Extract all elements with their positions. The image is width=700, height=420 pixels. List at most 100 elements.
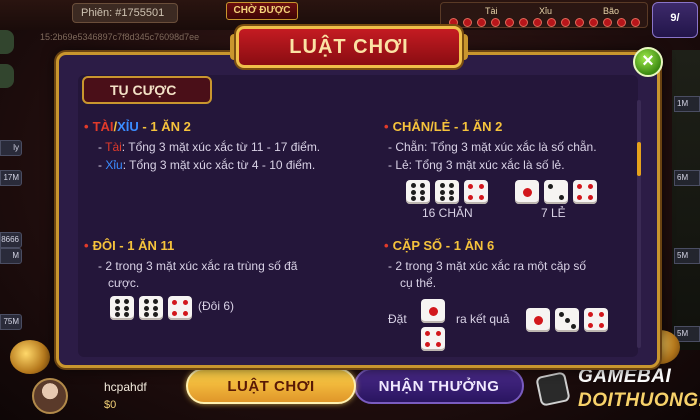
die-pip	[124, 298, 130, 304]
die-pip	[172, 300, 178, 306]
desc-xiu: : Tổng 3 mặt xúc xắc từ 4 - 10 điểm.	[122, 158, 316, 172]
history-dot	[477, 18, 486, 27]
label-result: ra kết quả	[456, 312, 510, 326]
die-pip	[548, 184, 554, 190]
die-pip	[522, 187, 532, 197]
rule-line-capso-2: cụ thể.	[400, 276, 437, 290]
rule-title-chanle: • CHẴN/LẺ - 1 ĂN 2	[384, 119, 502, 134]
close-button[interactable]: ×	[633, 47, 663, 77]
die-pip	[435, 331, 441, 337]
rule-line-le: - Lẻ: Tổng 3 mặt xúc xắc là số lẻ.	[388, 158, 565, 172]
die-face-4	[584, 308, 608, 332]
die-face-6	[110, 296, 134, 320]
brand-line-1: GAMEBAI	[578, 366, 672, 387]
rule-title-doi: • ĐÔI - 1 ĂN 11	[84, 238, 174, 253]
payout-text: - 1 ĂN 2	[138, 119, 191, 134]
die-pip	[598, 312, 604, 318]
section-title: TỤ CƯỢC	[82, 76, 212, 104]
die-pip	[439, 182, 445, 188]
history-dot	[463, 18, 472, 27]
rule-title-capso-text: CẶP SỐ - 1 ĂN 6	[392, 238, 495, 253]
die-face-4	[168, 296, 192, 320]
side-amount-left: M	[0, 248, 22, 264]
die-pip	[182, 310, 188, 316]
die-pip	[558, 311, 564, 317]
die-pip	[153, 312, 159, 318]
session-hash: 15:2b69e5346897c7f8d345c76098d7ee	[40, 32, 200, 42]
history-dot	[617, 18, 626, 27]
rule-title-doi-text: ĐÔI - 1 ĂN 11	[92, 238, 175, 253]
caption-odd: 7 LẺ	[541, 206, 566, 220]
die-face-6	[406, 180, 430, 204]
history-dot	[519, 18, 528, 27]
history-dot	[505, 18, 514, 27]
game-status-tag: CHỜ ĐƯỢC	[226, 2, 298, 20]
rule-title-capso: • CẶP SỐ - 1 ĂN 6	[384, 238, 494, 253]
die-pip	[439, 189, 445, 195]
caption-even: 16 CHẴN	[422, 206, 473, 220]
die-face-2	[544, 180, 568, 204]
die-pip	[468, 184, 474, 190]
die-pip	[588, 312, 594, 318]
die-pip	[153, 298, 159, 304]
die-face-1	[421, 299, 445, 323]
right-side-panel	[672, 50, 700, 350]
die-pip	[420, 196, 426, 202]
scrollbar-thumb[interactable]	[637, 142, 641, 176]
rule-line-xiu: - Xỉu: Tổng 3 mặt xúc xắc từ 4 - 10 điểm…	[98, 158, 315, 172]
caption-doi: (Đôi 6)	[198, 299, 235, 313]
die-pip	[468, 194, 474, 200]
avatar[interactable]	[32, 378, 68, 414]
rule-title-taixiu: • TÀI/XỈU - 1 ĂN 2	[84, 119, 191, 134]
side-amount-left: 8666	[0, 232, 22, 248]
die-pip	[533, 315, 543, 325]
die-pip	[410, 196, 416, 202]
dialog-title: LUẬT CHƠI	[289, 36, 409, 58]
die-pip	[449, 182, 455, 188]
side-amount-left: ly	[0, 140, 22, 156]
die-pip	[420, 182, 426, 188]
label-xiu: XỈU	[117, 119, 139, 134]
die-pip	[577, 194, 583, 200]
die-pip	[577, 184, 583, 190]
die-pip	[420, 189, 426, 195]
menu-badge[interactable]: 9/	[652, 2, 698, 38]
history-dot	[547, 18, 556, 27]
die-pip	[143, 312, 149, 318]
side-amount-right: 5M	[674, 248, 700, 264]
history-label-tai: Tài	[485, 6, 498, 16]
bullet-icon: •	[84, 119, 89, 134]
die-pip	[564, 317, 570, 323]
die-face-6	[139, 296, 163, 320]
scrollbar-track[interactable]	[637, 100, 641, 348]
die-pip	[410, 189, 416, 195]
die-pip	[182, 300, 188, 306]
die-pip	[425, 331, 431, 337]
gold-ingot-decoration	[10, 340, 50, 374]
side-amount-left: 75M	[0, 314, 22, 330]
history-label-bao: Bão	[603, 6, 620, 16]
die-pip	[598, 322, 604, 328]
die-pip	[439, 196, 445, 202]
side-player-slot[interactable]	[0, 30, 14, 54]
result-history-bar[interactable]: Tài Xỉu Bão	[440, 2, 648, 28]
die-face-4	[421, 327, 445, 351]
bullet-icon: •	[384, 119, 389, 134]
history-dot	[491, 18, 500, 27]
key-xiu: Xỉu	[105, 158, 123, 172]
die-pip	[172, 310, 178, 316]
history-dot	[631, 18, 640, 27]
die-pip	[153, 305, 159, 311]
die-pip	[425, 341, 431, 347]
die-pip	[558, 194, 564, 200]
tab-rules[interactable]: LUẬT CHƠI	[186, 368, 356, 404]
die-face-1	[526, 308, 550, 332]
side-player-slot[interactable]	[0, 64, 14, 88]
history-dot	[533, 18, 542, 27]
bullet-icon: •	[384, 238, 389, 253]
die-pip	[410, 182, 416, 188]
key-tai: Tài	[105, 140, 122, 154]
player-name: hcpahdf	[104, 380, 147, 394]
tab-reward[interactable]: NHẬN THƯỞNG	[354, 368, 524, 404]
die-pip	[449, 196, 455, 202]
